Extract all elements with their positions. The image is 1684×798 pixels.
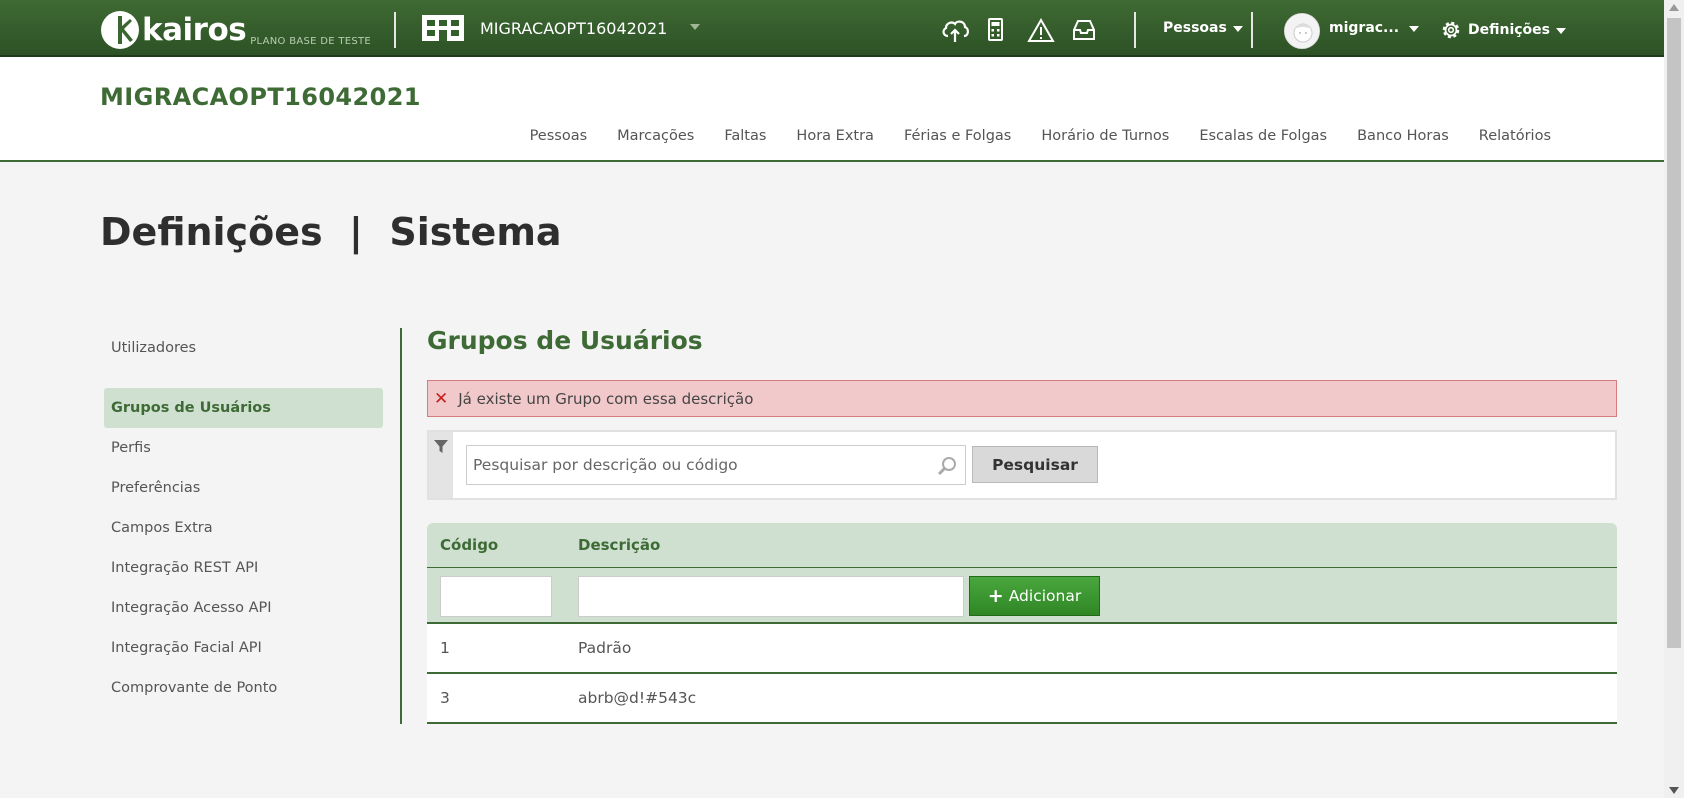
settings-menu[interactable]: Definições <box>1440 19 1567 41</box>
company-selector[interactable]: MIGRACAOPT16042021 <box>422 15 667 41</box>
column-header-description[interactable]: Descrição <box>578 536 660 554</box>
sidebar-item-grupos-usuarios[interactable]: Grupos de Usuários <box>104 388 383 428</box>
row-description: Padrão <box>578 639 632 657</box>
topbar-divider <box>1134 12 1136 48</box>
avatar[interactable] <box>1284 13 1320 49</box>
sidebar-item-integracao-facial-api[interactable]: Integração Facial API <box>104 628 383 668</box>
nav-relatorios[interactable]: Relatórios <box>1479 128 1551 144</box>
kairos-logo[interactable]: kairos PLANO BASE DE TESTE <box>100 6 371 50</box>
sidebar-item-utilizadores[interactable]: Utilizadores <box>104 328 383 368</box>
filter-toggle[interactable] <box>429 432 453 498</box>
row-description: abrb@d!#543c <box>578 689 697 707</box>
plus-icon: + <box>987 585 1004 607</box>
add-button[interactable]: + Adicionar <box>969 576 1100 616</box>
search-input[interactable] <box>466 445 966 485</box>
company-name: MIGRACAOPT16042021 <box>480 18 668 38</box>
nav-faltas[interactable]: Faltas <box>724 128 766 144</box>
calculator-icon[interactable] <box>980 16 1010 44</box>
user-menu[interactable]: migrac... <box>1329 20 1420 36</box>
warning-icon[interactable] <box>1026 16 1056 44</box>
chevron-down-icon <box>1556 28 1567 34</box>
sidebar-item-integracao-acesso-api[interactable]: Integração Acesso API <box>104 588 383 628</box>
logo-subtitle: PLANO BASE DE TESTE <box>250 36 372 47</box>
table-row[interactable]: 3 abrb@d!#543c <box>427 674 1617 724</box>
search-button[interactable]: Pesquisar <box>972 446 1098 483</box>
nav-hora-extra[interactable]: Hora Extra <box>796 128 874 144</box>
nav-marcacoes[interactable]: Marcações <box>617 128 694 144</box>
kairos-logo-icon <box>101 11 139 49</box>
main-content: Grupos de Usuários ✕ Já existe um Grupo … <box>427 326 1617 724</box>
chevron-down-icon <box>1232 26 1243 32</box>
top-bar: kairos PLANO BASE DE TESTE MIGRACAOPT160… <box>0 0 1664 57</box>
user-name: migrac... <box>1329 20 1400 36</box>
building-icon <box>422 15 464 41</box>
main-nav: Pessoas Marcações Faltas Hora Extra Féri… <box>530 128 1551 144</box>
add-row: + Adicionar <box>427 568 1617 624</box>
row-code: 1 <box>440 639 450 657</box>
people-menu-label: Pessoas <box>1163 20 1227 36</box>
error-alert: ✕ Já existe um Grupo com essa descrição <box>427 380 1617 417</box>
topbar-divider <box>394 12 396 48</box>
close-icon: ✕ <box>434 388 449 409</box>
user-avatar-icon <box>1285 14 1319 48</box>
chevron-down-icon <box>1409 26 1420 32</box>
row-code: 3 <box>440 689 450 707</box>
new-code-input[interactable] <box>440 576 552 617</box>
scroll-thumb[interactable] <box>1667 18 1681 648</box>
company-title: MIGRACAOPT16042021 <box>100 83 421 111</box>
nav-horario-turnos[interactable]: Horário de Turnos <box>1041 128 1169 144</box>
sidebar-item-preferencias[interactable]: Preferências <box>104 468 383 508</box>
sidebar-item-integracao-rest-api[interactable]: Integração REST API <box>104 548 383 588</box>
table-row[interactable]: 1 Padrão <box>427 624 1617 674</box>
people-menu[interactable]: Pessoas <box>1163 20 1243 36</box>
page-scrollbar[interactable] <box>1664 0 1684 798</box>
groups-table: Código Descrição + Adicionar 1 Padrão 3 … <box>427 523 1617 724</box>
sidebar-item-comprovante-ponto[interactable]: Comprovante de Ponto <box>104 668 383 708</box>
nav-pessoas[interactable]: Pessoas <box>530 128 588 144</box>
alert-message: Já existe um Grupo com essa descrição <box>458 389 754 408</box>
section-title: Grupos de Usuários <box>427 326 703 355</box>
gear-icon <box>1442 21 1460 39</box>
scroll-down-icon[interactable] <box>1669 787 1679 794</box>
nav-ferias-folgas[interactable]: Férias e Folgas <box>904 128 1011 144</box>
cloud-upload-icon[interactable] <box>940 16 970 44</box>
sidebar-divider <box>400 328 402 724</box>
page-header: MIGRACAOPT16042021 Pessoas Marcações Fal… <box>0 57 1664 162</box>
scroll-up-icon[interactable] <box>1669 4 1679 11</box>
settings-sidebar: Utilizadores Grupos de Usuários Perfis P… <box>104 328 384 708</box>
filter-icon <box>434 440 448 453</box>
nav-escalas-folgas[interactable]: Escalas de Folgas <box>1199 128 1327 144</box>
settings-menu-label: Definições <box>1468 22 1551 38</box>
nav-banco-horas[interactable]: Banco Horas <box>1357 128 1449 144</box>
search-icon <box>937 457 956 476</box>
logo-text: kairos <box>142 12 247 48</box>
sidebar-item-perfis[interactable]: Perfis <box>104 428 383 468</box>
page-title: Definições | Sistema <box>100 210 562 254</box>
inbox-icon[interactable] <box>1069 16 1099 44</box>
new-description-input[interactable] <box>578 576 964 617</box>
sidebar-item-campos-extra[interactable]: Campos Extra <box>104 508 383 548</box>
topbar-divider <box>1251 12 1253 48</box>
add-button-label: Adicionar <box>1008 587 1082 605</box>
search-panel: Pesquisar <box>427 430 1617 500</box>
chevron-down-icon[interactable] <box>690 24 700 30</box>
table-header: Código Descrição <box>427 523 1617 568</box>
column-header-code[interactable]: Código <box>440 536 498 554</box>
